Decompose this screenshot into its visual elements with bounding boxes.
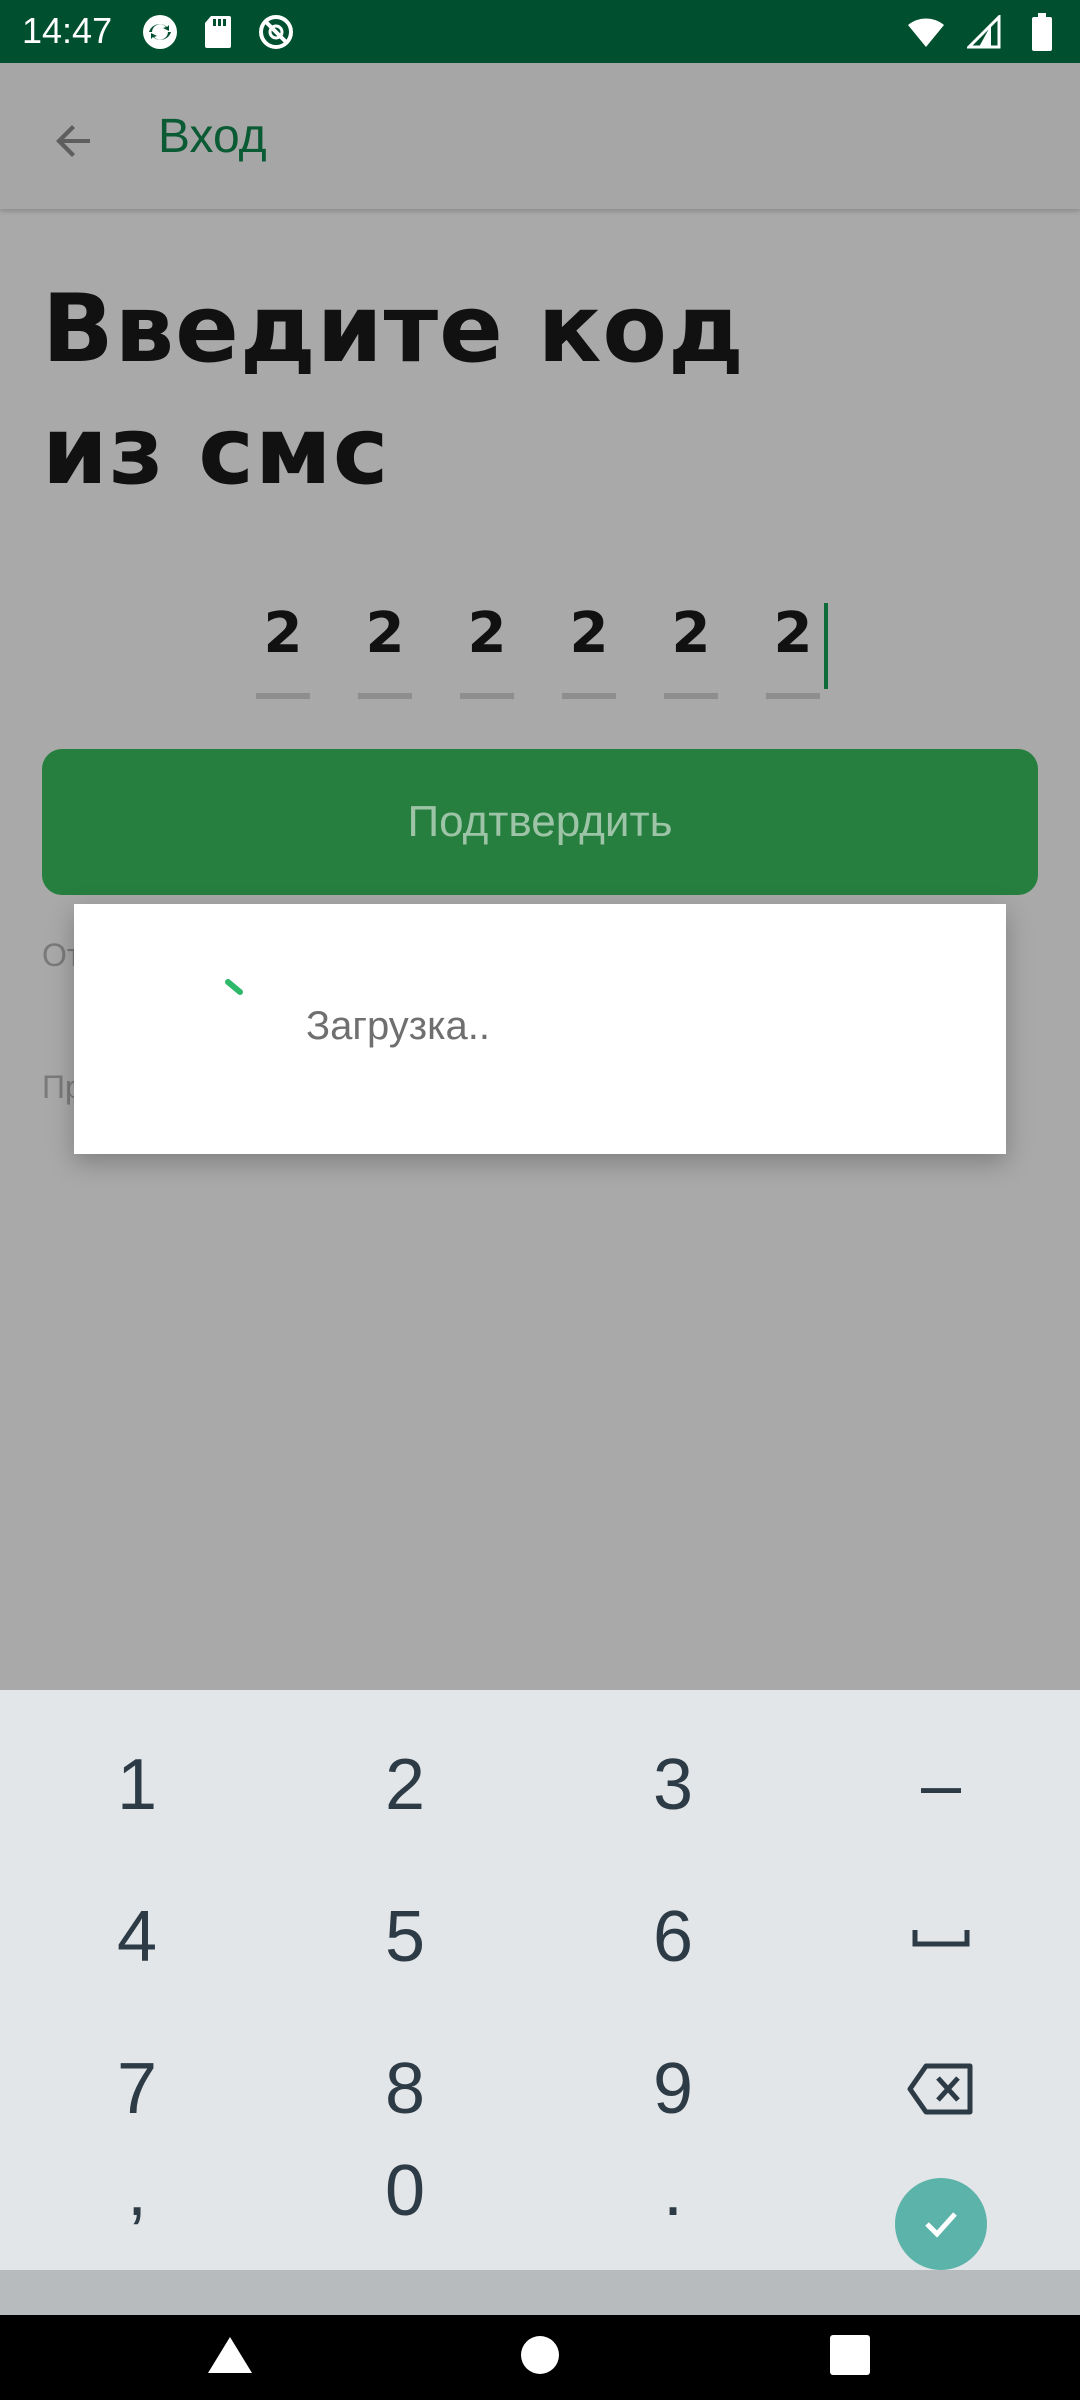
key-8[interactable]: 8	[270, 2014, 540, 2164]
home-circle-icon	[521, 2336, 559, 2374]
key-4[interactable]: 4	[2, 1862, 272, 2012]
sd-card-icon	[198, 12, 238, 52]
battery-icon	[1022, 12, 1062, 52]
code-digit: 2	[263, 601, 303, 666]
code-digit: 2	[773, 601, 813, 666]
loading-text: Загрузка..	[306, 1004, 490, 1048]
code-underline	[766, 693, 820, 699]
code-underline	[664, 693, 718, 699]
code-cell[interactable]: 2	[358, 589, 412, 699]
status-bar: 14:47	[0, 0, 1080, 63]
arrow-back-icon	[56, 125, 90, 157]
no-tracking-icon	[256, 12, 296, 52]
key-9[interactable]: 9	[538, 2014, 808, 2164]
code-cell[interactable]: 2	[664, 589, 718, 699]
code-cell[interactable]: 2	[256, 589, 310, 699]
wifi-icon	[906, 12, 946, 52]
code-underline	[460, 693, 514, 699]
key-1[interactable]: 1	[2, 1710, 272, 1860]
heading-line-2: из смс	[42, 397, 390, 506]
status-time: 14:47	[22, 10, 113, 51]
keyboard-bottom-strip	[0, 2270, 1080, 2315]
back-triangle-icon	[208, 2337, 252, 2373]
sync-icon	[140, 12, 180, 52]
key-backspace[interactable]	[806, 2014, 1076, 2164]
sms-code-input[interactable]: 2 2 2 2 2 2	[256, 589, 828, 699]
home-nav-button[interactable]	[500, 2325, 580, 2385]
text-caret	[824, 603, 828, 689]
loading-spinner-icon	[225, 979, 243, 995]
code-underline	[358, 693, 412, 699]
code-cell[interactable]: 2	[460, 589, 514, 699]
heading-line-1: Введите код	[42, 275, 745, 384]
key-0[interactable]: 0	[270, 2150, 540, 2270]
code-digit: 2	[671, 601, 711, 666]
backspace-icon	[907, 2063, 973, 2115]
code-cell[interactable]: 2	[562, 589, 616, 699]
key-6[interactable]: 6	[538, 1862, 808, 2012]
code-digit: 2	[365, 601, 405, 666]
back-button[interactable]	[36, 103, 112, 179]
page-title: Вход	[158, 110, 267, 163]
system-nav-bar	[0, 2315, 1080, 2400]
key-minus[interactable]: –	[806, 1710, 1076, 1860]
loading-dialog: Загрузка..	[74, 904, 1006, 1154]
code-digit: 2	[467, 601, 507, 666]
code-underline	[562, 693, 616, 699]
recents-square-icon	[830, 2335, 870, 2375]
space-icon	[912, 1930, 970, 1947]
checkmark-icon	[925, 2212, 957, 2238]
key-7[interactable]: 7	[2, 2014, 272, 2164]
key-2[interactable]: 2	[270, 1710, 540, 1860]
key-space[interactable]	[806, 1862, 1076, 2012]
key-5[interactable]: 5	[270, 1862, 540, 2012]
heading: Введите код из смс	[42, 269, 842, 513]
code-cell[interactable]: 2	[766, 589, 828, 699]
code-underline	[256, 693, 310, 699]
key-comma[interactable]: ,	[2, 2150, 272, 2270]
back-nav-button[interactable]	[190, 2325, 270, 2385]
numeric-keyboard: 1 2 3 – 4 5 6 7 8 9 , 0 .	[0, 1690, 1080, 2270]
done-key[interactable]	[895, 2178, 987, 2270]
key-3[interactable]: 3	[538, 1710, 808, 1860]
code-digit: 2	[569, 601, 609, 666]
key-dot[interactable]: .	[538, 2150, 808, 2270]
confirm-button[interactable]: Подтвердить	[42, 749, 1038, 895]
cellular-signal-icon	[964, 12, 1004, 52]
recents-nav-button[interactable]	[810, 2325, 890, 2385]
app-bar: Вход	[0, 63, 1080, 209]
